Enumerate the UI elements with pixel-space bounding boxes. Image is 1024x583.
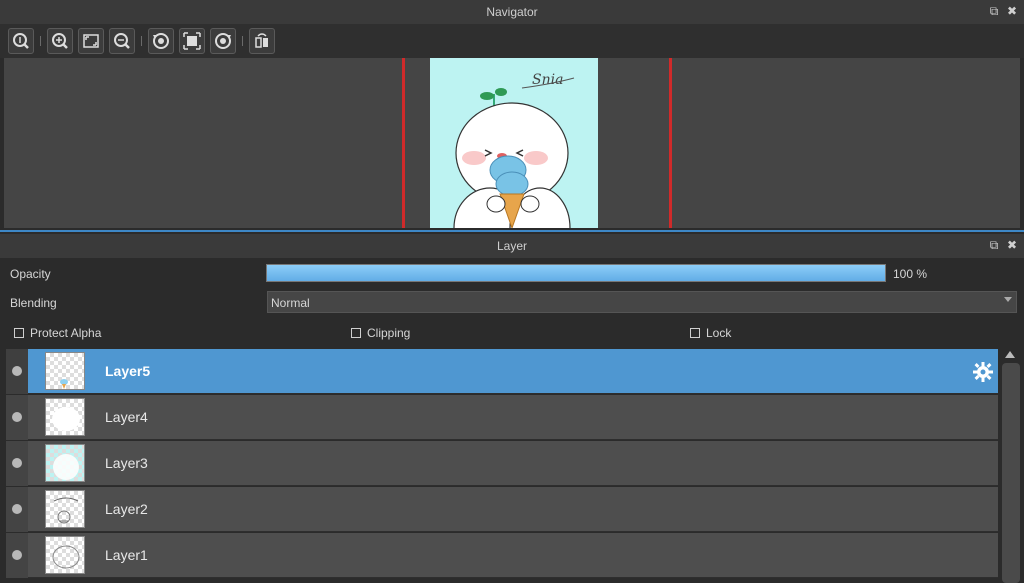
opacity-value: 100 % (893, 267, 928, 281)
blending-label: Blending (10, 296, 57, 310)
rotate-right-icon[interactable] (210, 28, 236, 54)
navigator-toolbar (0, 24, 1024, 58)
layer-row[interactable]: Layer4 (6, 395, 998, 440)
layer-thumbnail (45, 352, 85, 390)
canvas-thumbnail: Snia (430, 58, 598, 228)
layer-thumbnail (45, 398, 85, 436)
layer-name: Layer5 (105, 363, 151, 379)
eye-icon (12, 504, 22, 514)
checkbox-box[interactable] (14, 328, 24, 338)
checkbox-box[interactable] (690, 328, 700, 338)
opacity-label: Opacity (10, 267, 51, 281)
eye-icon (12, 412, 22, 422)
eye-icon (12, 458, 22, 468)
close-icon[interactable]: ✖ (1006, 238, 1018, 252)
layer-list-scrollbar[interactable] (1000, 349, 1022, 583)
layer-name: Layer2 (105, 501, 148, 517)
fit-window-icon[interactable] (179, 28, 205, 54)
visibility-toggle[interactable] (6, 395, 28, 440)
layer-name: Layer1 (105, 547, 148, 563)
visibility-toggle[interactable] (6, 487, 28, 532)
layer-row[interactable]: Layer3 (6, 441, 998, 486)
navigator-titlebar: Navigator ⧉ ✖ (0, 0, 1024, 24)
layer-row[interactable]: Layer2 (6, 487, 998, 532)
gear-icon[interactable] (972, 361, 994, 386)
view-border-left (402, 58, 405, 228)
protect-alpha-label: Protect Alpha (30, 326, 102, 340)
protect-alpha-checkbox[interactable]: Protect Alpha (14, 326, 101, 340)
layer-name: Layer3 (105, 455, 148, 471)
scroll-up-icon[interactable] (1005, 351, 1015, 358)
chevron-down-icon (1004, 297, 1012, 302)
artwork-image: Snia (453, 72, 575, 228)
visibility-toggle[interactable] (6, 349, 28, 394)
layer-thumbnail (45, 536, 85, 574)
navigator-title: Navigator (486, 5, 538, 19)
blending-select[interactable]: Normal (267, 291, 1017, 313)
zoom-out-icon[interactable] (109, 28, 135, 54)
zoom-fit-icon[interactable] (8, 28, 34, 54)
rotate-left-icon[interactable] (148, 28, 174, 54)
layer-row[interactable]: Layer1 (6, 533, 998, 578)
eye-icon (12, 550, 22, 560)
layer-row[interactable]: Layer5 (6, 349, 998, 394)
layer-thumbnail (45, 444, 85, 482)
navigator-preview[interactable]: Snia (4, 58, 1020, 228)
view-border-right (669, 58, 672, 228)
lock-label: Lock (706, 326, 732, 340)
layer-thumbnail (45, 490, 85, 528)
flip-horizontal-icon[interactable] (249, 28, 275, 54)
scrollbar-thumb[interactable] (1002, 363, 1020, 583)
layer-titlebar: Layer ⧉ ✖ (0, 234, 1024, 258)
layer-list: Layer5 Layer4 Layer3 Layer2 Layer1 (6, 349, 998, 583)
blending-value: Normal (271, 296, 310, 310)
layer-panel-title: Layer (496, 239, 528, 253)
layer-name: Layer4 (105, 409, 148, 425)
checkbox-box[interactable] (351, 328, 361, 338)
lock-checkbox[interactable]: Lock (690, 326, 731, 340)
panel-divider[interactable] (0, 230, 1024, 232)
popout-icon[interactable]: ⧉ (988, 238, 1000, 252)
popout-icon[interactable]: ⧉ (988, 4, 1000, 18)
fit-screen-icon[interactable] (78, 28, 104, 54)
opacity-slider[interactable] (266, 264, 886, 282)
close-icon[interactable]: ✖ (1006, 4, 1018, 18)
visibility-toggle[interactable] (6, 441, 28, 486)
eye-icon (12, 366, 22, 376)
clipping-checkbox[interactable]: Clipping (351, 326, 410, 340)
clipping-label: Clipping (367, 326, 411, 340)
zoom-in-icon[interactable] (47, 28, 73, 54)
visibility-toggle[interactable] (6, 533, 28, 578)
